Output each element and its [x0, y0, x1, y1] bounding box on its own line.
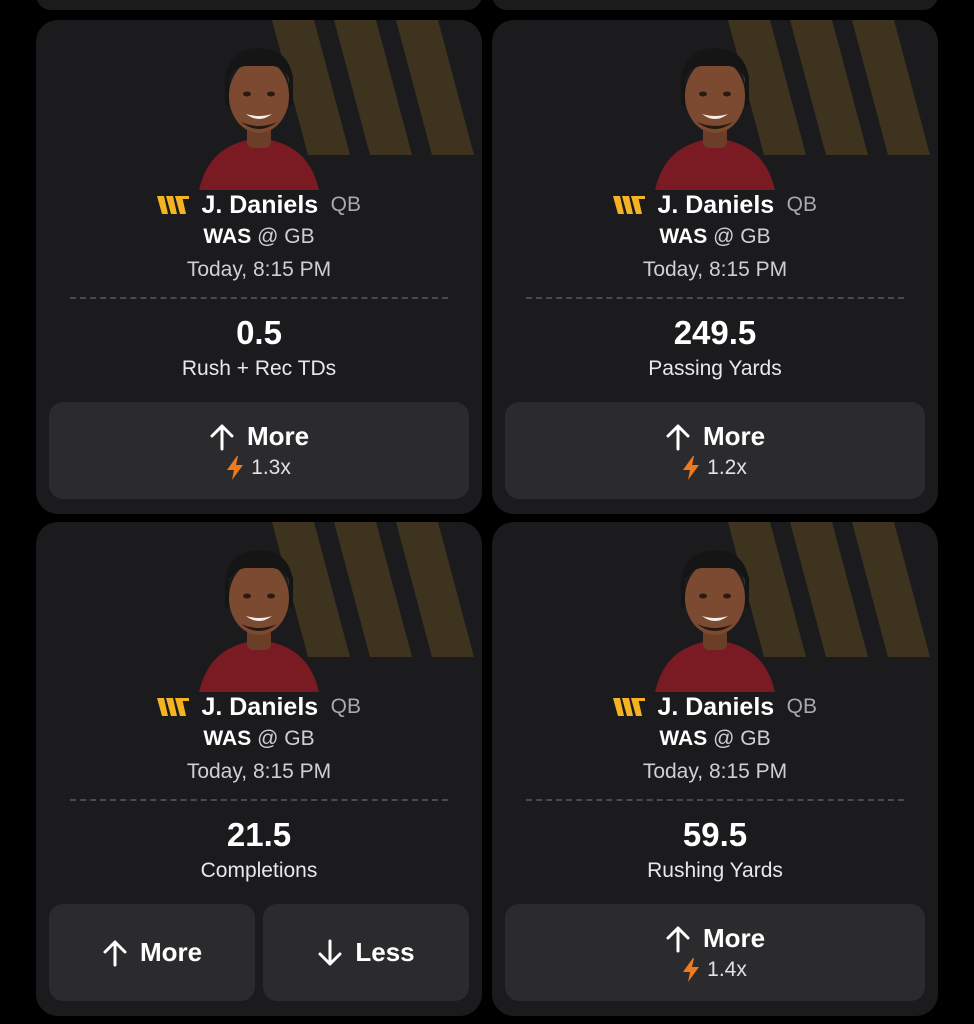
matchup: WAS @ GB	[492, 727, 938, 751]
stat-type: Passing Yards	[648, 357, 782, 380]
player-position: QB	[786, 193, 817, 216]
game-time: Today, 8:15 PM	[642, 760, 788, 783]
boost-multiplier: 1.4x	[683, 958, 747, 982]
opponent-abbreviation: GB	[740, 727, 771, 750]
stat-type: Rush + Rec TDs	[181, 357, 337, 380]
team-logo-icon	[613, 196, 645, 214]
pick-buttons: More Less	[49, 904, 469, 1001]
arrow-down-icon	[318, 939, 342, 965]
arrow-up-icon	[666, 424, 690, 450]
player-prop-card[interactable]: J. Daniels QB WAS @ GB Today, 8:15 PM 24…	[492, 20, 938, 514]
more-label: More	[246, 421, 310, 451]
less-label: Less	[355, 937, 415, 967]
dashed-divider	[70, 297, 448, 299]
player-prop-card[interactable]: J. Daniels QB WAS @ GB Today, 8:15 PM 21…	[36, 522, 482, 1016]
player-name-row: J. Daniels QB	[492, 690, 938, 724]
projection-line: 249.5	[673, 314, 757, 351]
lightning-icon	[227, 456, 244, 480]
team-logo-icon	[157, 196, 189, 214]
matchup-separator: @	[713, 225, 735, 248]
more-button[interactable]: More 1.3x	[49, 402, 469, 499]
matchup-separator: @	[257, 225, 279, 248]
lightning-icon	[683, 456, 700, 480]
more-button[interactable]: More	[49, 904, 255, 1001]
player-name: J. Daniels	[201, 693, 319, 721]
player-photo	[655, 48, 775, 190]
team-abbreviation: WAS	[203, 225, 252, 248]
boost-multiplier: 1.2x	[683, 456, 747, 480]
team-abbreviation: WAS	[659, 727, 708, 750]
arrow-up-icon	[103, 940, 127, 966]
player-prop-card[interactable]: J. Daniels QB WAS @ GB Today, 8:15 PM 59…	[492, 522, 938, 1016]
matchup-separator: @	[713, 727, 735, 750]
player-name: J. Daniels	[657, 191, 775, 219]
multiplier-value: 1.3x	[251, 456, 291, 479]
player-photo	[199, 550, 319, 692]
more-button[interactable]: More 1.2x	[505, 402, 925, 499]
player-name-row: J. Daniels QB	[492, 188, 938, 222]
projection-line: 0.5	[236, 314, 282, 351]
pick-buttons: More 1.3x	[49, 402, 469, 499]
more-label: More	[702, 421, 766, 451]
stat-type: Completions	[200, 859, 318, 882]
player-position: QB	[786, 695, 817, 718]
previous-card-edge	[492, 0, 938, 10]
pick-buttons: More 1.2x	[505, 402, 925, 499]
player-name-row: J. Daniels QB	[36, 188, 482, 222]
matchup-separator: @	[257, 727, 279, 750]
more-label: More	[139, 937, 203, 967]
multiplier-value: 1.2x	[707, 456, 747, 479]
dashed-divider	[526, 297, 904, 299]
team-logo-icon	[157, 698, 189, 716]
stat-type: Rushing Yards	[647, 859, 783, 882]
game-time: Today, 8:15 PM	[186, 760, 332, 783]
arrow-up-icon	[666, 926, 690, 952]
dashed-divider	[526, 799, 904, 801]
projection-line: 21.5	[226, 816, 292, 853]
player-name: J. Daniels	[657, 693, 775, 721]
more-label: More	[702, 923, 766, 953]
projection-line: 59.5	[682, 816, 748, 853]
less-button[interactable]: Less	[263, 904, 469, 1001]
boost-multiplier: 1.3x	[227, 456, 291, 480]
opponent-abbreviation: GB	[284, 727, 315, 750]
dashed-divider	[70, 799, 448, 801]
matchup: WAS @ GB	[36, 727, 482, 751]
team-abbreviation: WAS	[659, 225, 708, 248]
player-name: J. Daniels	[201, 191, 319, 219]
more-button[interactable]: More 1.4x	[505, 904, 925, 1001]
matchup: WAS @ GB	[492, 225, 938, 249]
player-photo	[655, 550, 775, 692]
game-time: Today, 8:15 PM	[642, 258, 788, 281]
player-prop-card[interactable]: J. Daniels QB WAS @ GB Today, 8:15 PM 0.…	[36, 20, 482, 514]
previous-card-edge	[36, 0, 482, 10]
player-name-row: J. Daniels QB	[36, 690, 482, 724]
lightning-icon	[683, 958, 700, 982]
multiplier-value: 1.4x	[707, 958, 747, 981]
player-position: QB	[330, 695, 361, 718]
pick-buttons: More 1.4x	[505, 904, 925, 1001]
matchup: WAS @ GB	[36, 225, 482, 249]
game-time: Today, 8:15 PM	[186, 258, 332, 281]
opponent-abbreviation: GB	[740, 225, 771, 248]
arrow-up-icon	[210, 424, 234, 450]
player-photo	[199, 48, 319, 190]
team-abbreviation: WAS	[203, 727, 252, 750]
team-logo-icon	[613, 698, 645, 716]
player-position: QB	[330, 193, 361, 216]
opponent-abbreviation: GB	[284, 225, 315, 248]
